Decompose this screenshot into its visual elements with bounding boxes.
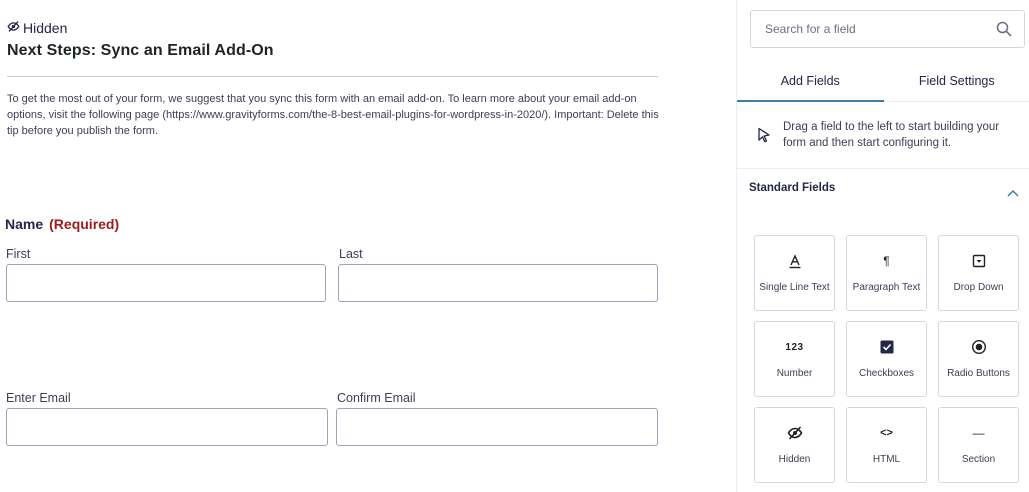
standard-fields-header[interactable]: Standard Fields — [749, 182, 835, 194]
hidden-indicator: Hidden — [7, 20, 67, 36]
name-field-label: Name (Required) — [5, 216, 119, 232]
single-line-text-icon — [787, 252, 803, 270]
field-button-section[interactable]: — Section — [938, 407, 1019, 483]
field-button-label: Single Line Text — [759, 282, 830, 293]
field-search — [750, 10, 1025, 48]
drag-hint: Drag a field to the left to start buildi… — [737, 103, 1029, 169]
first-name-input[interactable] — [6, 264, 326, 302]
field-button-label: HTML — [872, 454, 901, 465]
field-button-label: Checkboxes — [858, 368, 915, 379]
eye-slash-icon — [787, 424, 803, 442]
last-name-label: Last — [339, 247, 363, 261]
chevron-up-icon[interactable] — [1007, 184, 1019, 197]
last-name-input[interactable] — [338, 264, 658, 302]
dropdown-icon — [971, 252, 987, 270]
field-button-number[interactable]: 123 Number — [754, 321, 835, 397]
section-title[interactable]: Next Steps: Sync an Email Add-On — [7, 42, 274, 60]
name-label-text: Name — [5, 216, 44, 232]
section-divider — [7, 76, 658, 77]
section-icon: — — [972, 426, 985, 440]
standard-fields-grid: Single Line Text ¶ Paragraph Text Drop D… — [754, 235, 1019, 483]
field-button-label: Drop Down — [953, 282, 1004, 293]
tab-add-fields[interactable]: Add Fields — [737, 62, 884, 102]
tip-text: To get the most out of your form, we sug… — [7, 93, 659, 137]
field-sidebar: Add Fields Field Settings Drag a field t… — [736, 0, 1029, 492]
field-button-radio-buttons[interactable]: Radio Buttons — [938, 321, 1019, 397]
cursor-pointer-icon — [757, 127, 771, 143]
field-button-label: Radio Buttons — [947, 368, 1010, 379]
first-name-label: First — [6, 247, 31, 261]
field-button-label: Section — [961, 454, 996, 465]
eye-slash-icon — [7, 20, 20, 36]
number-icon: 123 — [785, 341, 804, 353]
field-button-hidden[interactable]: Hidden — [754, 407, 835, 483]
confirm-email-label: Confirm Email — [337, 391, 416, 405]
field-button-html[interactable]: <> HTML — [846, 407, 927, 483]
checkbox-icon — [879, 338, 895, 356]
field-button-drop-down[interactable]: Drop Down — [938, 235, 1019, 311]
field-button-single-line-text[interactable]: Single Line Text — [754, 235, 835, 311]
code-icon: <> — [880, 427, 893, 439]
radio-icon — [971, 338, 987, 356]
search-icon[interactable] — [996, 21, 1012, 37]
tab-field-settings[interactable]: Field Settings — [884, 62, 1029, 101]
field-button-paragraph-text[interactable]: ¶ Paragraph Text — [846, 235, 927, 311]
form-canvas: Hidden Next Steps: Sync an Email Add-On … — [0, 0, 736, 492]
sidebar-tabs: Add Fields Field Settings — [737, 62, 1029, 102]
field-button-label: Hidden — [778, 454, 811, 465]
confirm-email-input[interactable] — [336, 408, 658, 446]
field-button-label: Number — [776, 368, 813, 379]
field-button-checkboxes[interactable]: Checkboxes — [846, 321, 927, 397]
field-button-label: Paragraph Text — [852, 282, 921, 293]
hidden-tag-label: Hidden — [23, 20, 68, 36]
search-input[interactable] — [751, 11, 981, 47]
enter-email-input[interactable] — [6, 408, 328, 446]
required-indicator: (Required) — [49, 216, 120, 232]
drag-hint-text: Drag a field to the left to start buildi… — [783, 121, 1000, 149]
enter-email-label: Enter Email — [6, 391, 71, 405]
paragraph-icon: ¶ — [883, 254, 890, 268]
